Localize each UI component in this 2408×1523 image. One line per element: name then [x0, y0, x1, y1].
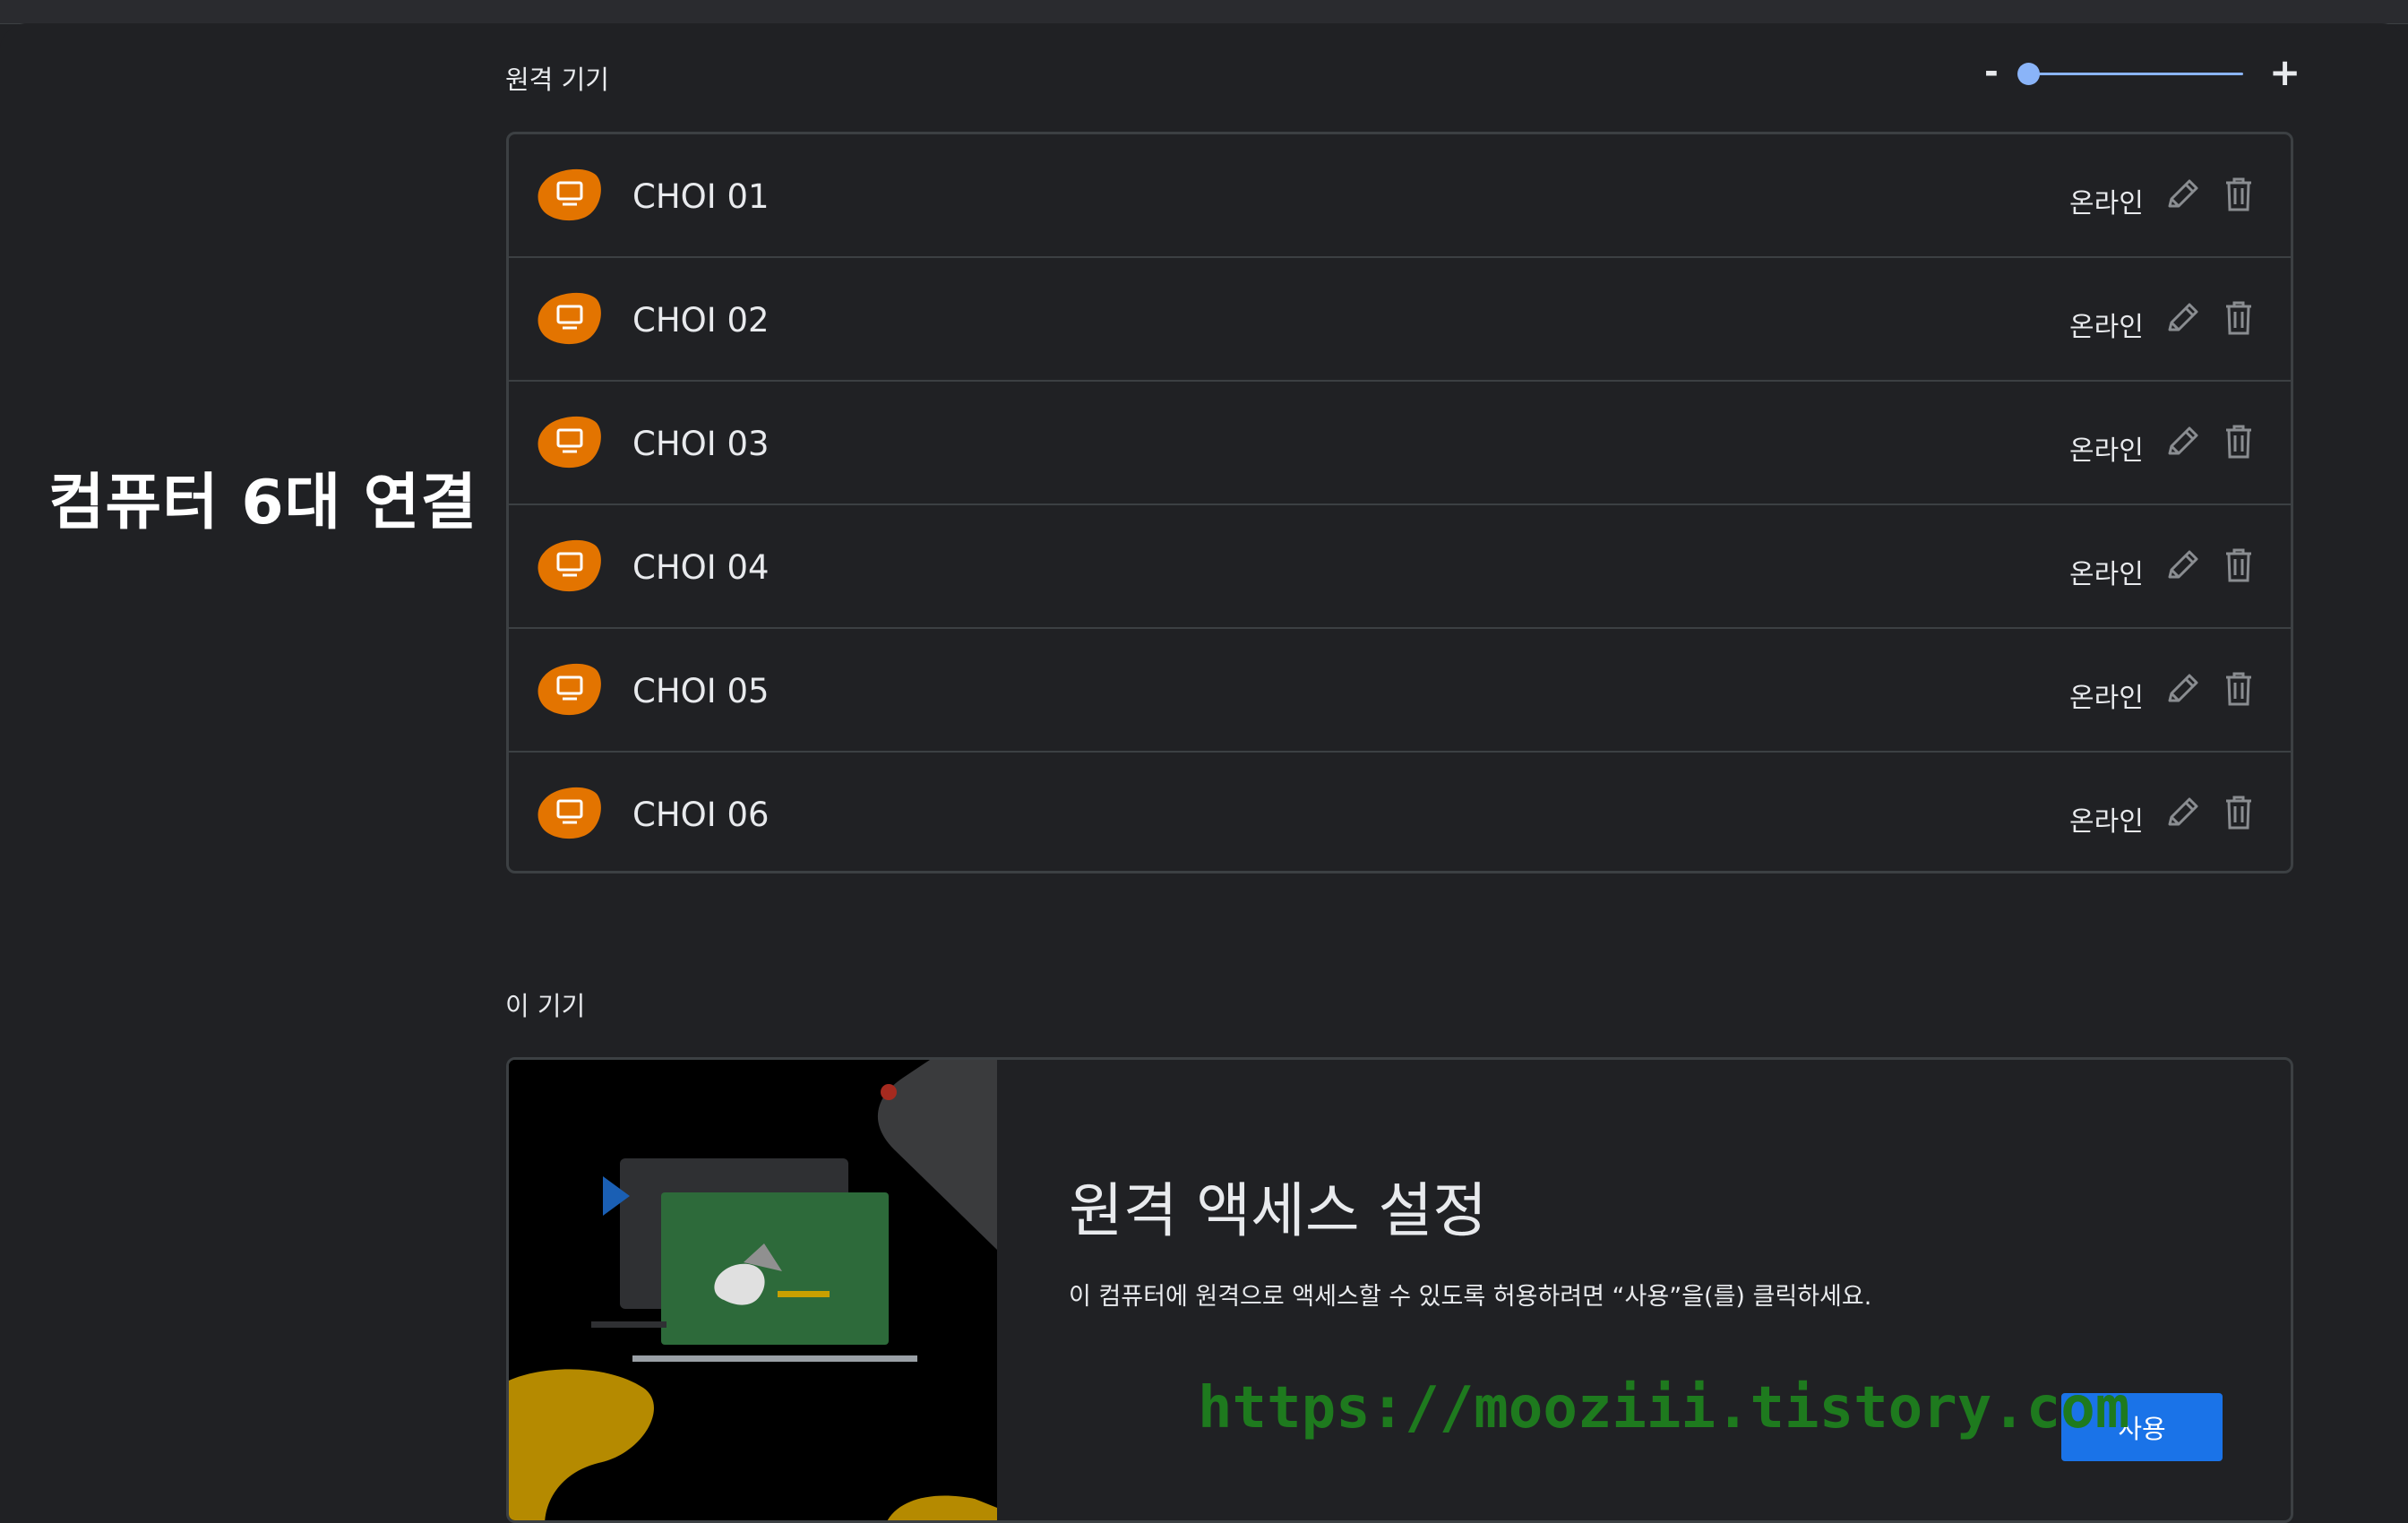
- device-name: CHOI 03: [632, 425, 770, 463]
- device-name: CHOI 02: [632, 301, 770, 340]
- trash-icon[interactable]: [2221, 670, 2257, 708]
- computer-monitor-icon: [536, 659, 602, 718]
- computer-monitor-icon: [536, 165, 602, 224]
- pencil-icon[interactable]: [2164, 670, 2202, 708]
- device-row[interactable]: CHOI 06 온라인: [509, 753, 2291, 871]
- pencil-icon[interactable]: [2164, 794, 2202, 831]
- trash-icon[interactable]: [2221, 176, 2257, 213]
- pencil-icon[interactable]: [2164, 176, 2202, 213]
- device-name: CHOI 01: [632, 177, 770, 216]
- window-top-bar: [0, 0, 2408, 24]
- zoom-out-button[interactable]: -: [1984, 52, 1999, 91]
- device-status: 온라인: [2069, 683, 2144, 714]
- zoom-in-button[interactable]: +: [2269, 50, 2300, 94]
- device-name: CHOI 04: [632, 548, 770, 587]
- trash-icon[interactable]: [2221, 423, 2257, 460]
- device-status: 온라인: [2069, 559, 2144, 590]
- setup-illustration: [509, 1060, 997, 1520]
- setup-title: 원격 액세스 설정: [1069, 1176, 1487, 1245]
- computer-monitor-icon: [536, 783, 602, 842]
- pencil-icon[interactable]: [2164, 299, 2202, 337]
- device-status: 온라인: [2069, 312, 2144, 343]
- device-row[interactable]: CHOI 01 온라인: [509, 134, 2291, 258]
- trash-icon[interactable]: [2221, 794, 2257, 831]
- device-row[interactable]: CHOI 04 온라인: [509, 505, 2291, 629]
- trash-icon[interactable]: [2221, 299, 2257, 337]
- this-device-heading: 이 기기: [505, 991, 586, 1021]
- device-name: CHOI 05: [632, 672, 770, 710]
- annotation-caption: 컴퓨터 6대 연결: [48, 468, 478, 538]
- device-row[interactable]: CHOI 05 온라인: [509, 629, 2291, 753]
- device-row[interactable]: CHOI 03 온라인: [509, 382, 2291, 505]
- device-status: 온라인: [2069, 188, 2144, 219]
- device-status: 온라인: [2069, 435, 2144, 467]
- zoom-slider-thumb[interactable]: [2017, 63, 2040, 85]
- computer-monitor-icon: [536, 288, 602, 348]
- computer-monitor-icon: [536, 536, 602, 595]
- zoom-slider-track[interactable]: [2028, 73, 2243, 75]
- remote-devices-heading: 원격 기기: [505, 65, 609, 95]
- remote-device-list: CHOI 01 온라인 CHOI 02 온라인 CHOI 03 온라인 CHOI…: [506, 132, 2293, 873]
- device-name: CHOI 06: [632, 796, 770, 834]
- trash-icon[interactable]: [2221, 546, 2257, 584]
- watermark-url: https://mooziii.tistory.com: [1198, 1375, 2130, 1441]
- device-row[interactable]: CHOI 02 온라인: [509, 258, 2291, 382]
- computer-monitor-icon: [536, 412, 602, 471]
- remote-access-setup-card: 원격 액세스 설정 이 컴퓨터에 원격으로 액세스할 수 있도록 허용하려면 “…: [506, 1057, 2293, 1523]
- device-status: 온라인: [2069, 806, 2144, 838]
- setup-description: 이 컴퓨터에 원격으로 액세스할 수 있도록 허용하려면 “사용”을(를) 클릭…: [1069, 1283, 1872, 1311]
- pencil-icon[interactable]: [2164, 546, 2202, 584]
- pencil-icon[interactable]: [2164, 423, 2202, 460]
